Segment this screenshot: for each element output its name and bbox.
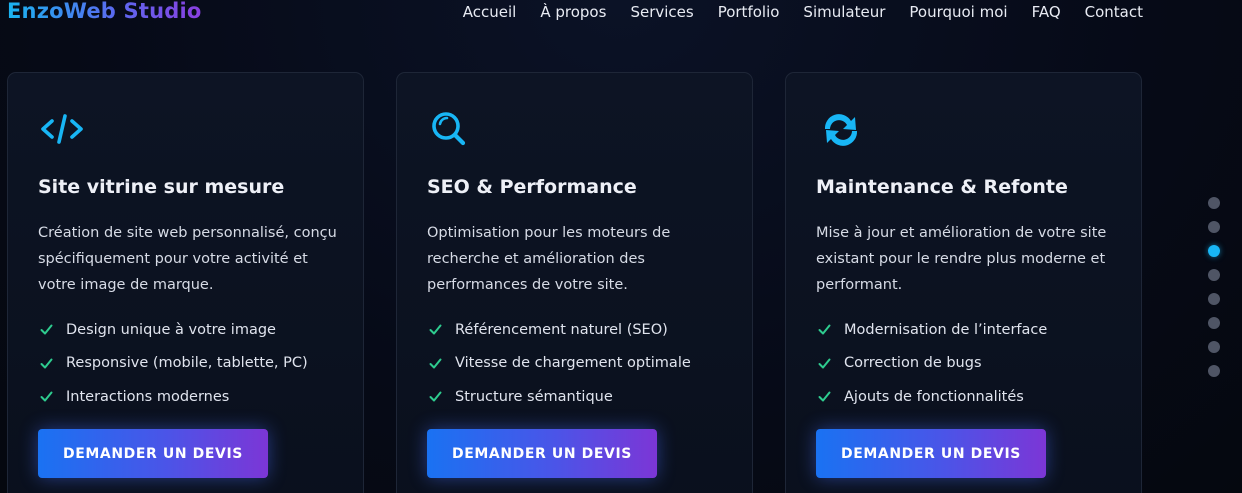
site-logo[interactable]: EnzoWeb Studio xyxy=(7,0,202,23)
feature-item: Modernisation de l’interface xyxy=(818,313,1047,347)
section-dots-nav xyxy=(1208,197,1220,389)
check-icon xyxy=(429,324,442,335)
request-quote-button[interactable]: DEMANDER UN DEVIS xyxy=(38,429,268,478)
feature-list: Référencement naturel (SEO) Vitesse de c… xyxy=(429,313,691,414)
page: EnzoWeb Studio Accueil À propos Services… xyxy=(0,0,1242,493)
service-title: Site vitrine sur mesure xyxy=(38,176,285,198)
nav-link-contact[interactable]: Contact xyxy=(1085,3,1143,21)
feature-item: Ajouts de fonctionnalités xyxy=(818,380,1047,414)
nav-link-faq[interactable]: FAQ xyxy=(1032,3,1061,21)
section-dot-8[interactable] xyxy=(1208,365,1220,377)
check-icon xyxy=(818,358,831,369)
check-icon xyxy=(40,391,53,402)
check-icon xyxy=(818,391,831,402)
service-card-seo: SEO & Performance Optimisation pour les … xyxy=(396,72,753,493)
nav-link-pourquoi-moi[interactable]: Pourquoi moi xyxy=(909,3,1007,21)
feature-item: Correction de bugs xyxy=(818,347,1047,381)
section-dot-7[interactable] xyxy=(1208,341,1220,353)
check-icon xyxy=(40,358,53,369)
feature-list: Modernisation de l’interface Correction … xyxy=(818,313,1047,414)
check-icon xyxy=(429,391,442,402)
request-quote-button[interactable]: DEMANDER UN DEVIS xyxy=(427,429,657,478)
nav-link-accueil[interactable]: Accueil xyxy=(463,3,517,21)
feature-label: Modernisation de l’interface xyxy=(844,321,1048,338)
service-description: Mise à jour et amélioration de votre sit… xyxy=(816,225,1107,293)
feature-label: Interactions modernes xyxy=(66,388,230,405)
nav-link-a-propos[interactable]: À propos xyxy=(540,3,606,21)
section-dot-1[interactable] xyxy=(1208,197,1220,209)
section-dot-3-active[interactable] xyxy=(1208,245,1220,257)
search-icon xyxy=(428,109,474,149)
refresh-icon xyxy=(817,109,863,149)
service-title: SEO & Performance xyxy=(427,176,637,198)
feature-list: Design unique à votre image Responsive (… xyxy=(40,313,308,414)
feature-label: Vitesse de chargement optimale xyxy=(455,355,691,372)
feature-item: Responsive (mobile, tablette, PC) xyxy=(40,347,308,381)
service-card-maintenance: Maintenance & Refonte Mise à jour et amé… xyxy=(785,72,1142,493)
feature-item: Design unique à votre image xyxy=(40,313,308,347)
feature-label: Responsive (mobile, tablette, PC) xyxy=(66,355,308,372)
feature-label: Référencement naturel (SEO) xyxy=(455,321,668,338)
feature-item: Structure sémantique xyxy=(429,380,691,414)
nav-link-services[interactable]: Services xyxy=(630,3,693,21)
feature-label: Ajouts de fonctionnalités xyxy=(844,388,1024,405)
section-dot-6[interactable] xyxy=(1208,317,1220,329)
section-dot-5[interactable] xyxy=(1208,293,1220,305)
section-dot-4[interactable] xyxy=(1208,269,1220,281)
code-icon xyxy=(39,109,85,149)
check-icon xyxy=(40,324,53,335)
section-dot-2[interactable] xyxy=(1208,221,1220,233)
check-icon xyxy=(818,324,831,335)
service-description: Création de site web personnalisé, conçu… xyxy=(38,225,337,293)
nav-link-portfolio[interactable]: Portfolio xyxy=(718,3,780,21)
feature-label: Design unique à votre image xyxy=(66,321,276,338)
feature-label: Structure sémantique xyxy=(455,388,613,405)
main-nav: Accueil À propos Services Portfolio Simu… xyxy=(439,3,1143,21)
feature-item: Référencement naturel (SEO) xyxy=(429,313,691,347)
service-title: Maintenance & Refonte xyxy=(816,176,1068,198)
service-description: Optimisation pour les moteurs de recherc… xyxy=(427,225,671,293)
feature-item: Vitesse de chargement optimale xyxy=(429,347,691,381)
site-header: EnzoWeb Studio Accueil À propos Services… xyxy=(0,0,1242,28)
nav-link-simulateur[interactable]: Simulateur xyxy=(803,3,885,21)
request-quote-button[interactable]: DEMANDER UN DEVIS xyxy=(816,429,1046,478)
feature-label: Correction de bugs xyxy=(844,355,982,372)
feature-item: Interactions modernes xyxy=(40,380,308,414)
service-card-site-vitrine: Site vitrine sur mesure Création de site… xyxy=(7,72,364,493)
check-icon xyxy=(429,358,442,369)
